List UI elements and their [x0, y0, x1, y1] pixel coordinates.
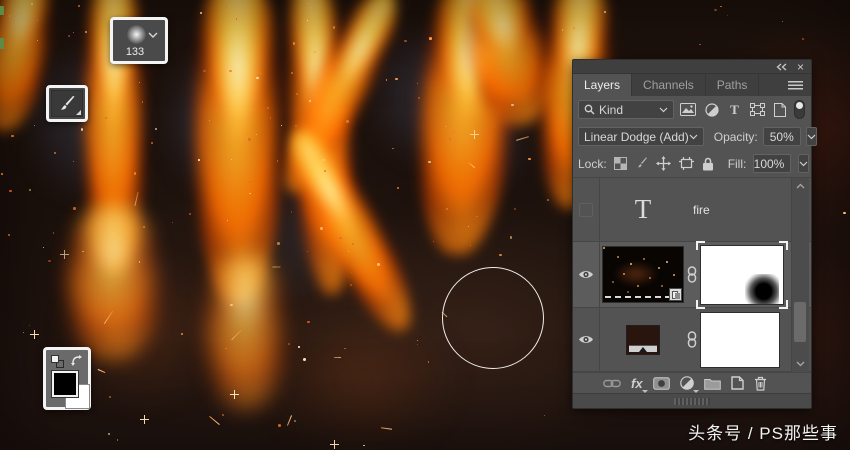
filter-toggle-switch[interactable]: [794, 100, 805, 119]
layers-scrollbar[interactable]: [791, 178, 809, 372]
photoshop-workspace: 133 × Layers Channels Paths Kind T Linea…: [0, 0, 850, 450]
layer-name[interactable]: fire: [693, 203, 710, 217]
opacity-value-field[interactable]: 50%: [762, 127, 801, 146]
search-icon: [584, 104, 595, 115]
foreground-color-swatch[interactable]: [51, 370, 79, 398]
filter-pixel-layers-icon[interactable]: [680, 103, 696, 116]
brush-size-value: 133: [125, 46, 145, 58]
lock-position-icon[interactable]: [655, 156, 671, 171]
visibility-off-box: [579, 202, 593, 217]
new-group-icon[interactable]: [703, 377, 721, 390]
fill-value-field[interactable]: 100%: [753, 154, 792, 173]
opacity-label: Opacity:: [713, 129, 758, 144]
layer-style-button[interactable]: fx: [631, 375, 648, 393]
chevron-down-icon: [148, 32, 158, 38]
lock-image-pixels-icon[interactable]: [635, 157, 648, 170]
filter-type-layers-icon[interactable]: T: [728, 103, 741, 116]
layer-mask[interactable]: [700, 311, 780, 368]
default-colors-icon[interactable]: [51, 355, 64, 368]
chevron-down-icon: [659, 107, 668, 112]
visibility-toggle[interactable]: [573, 242, 600, 307]
scroll-up-icon[interactable]: [796, 183, 805, 189]
filter-adjustment-layers-icon[interactable]: [705, 102, 719, 117]
layer-row-smart-object[interactable]: [573, 240, 811, 309]
filter-shape-layers-icon[interactable]: [750, 103, 765, 116]
scroll-down-icon[interactable]: [796, 361, 805, 367]
watermark-text: 头条号 / PS那些事: [688, 424, 838, 443]
layers-panel: × Layers Channels Paths Kind T Linear Do…: [572, 59, 817, 409]
link-layers-icon[interactable]: [603, 379, 621, 388]
opacity-value: 50%: [769, 129, 794, 144]
mask-painted-area: [745, 273, 779, 304]
swap-colors-icon[interactable]: [70, 354, 83, 367]
chevron-down-icon: [799, 161, 808, 166]
tab-channels[interactable]: Channels: [632, 74, 706, 96]
tab-layers[interactable]: Layers: [573, 74, 633, 96]
color-control: [43, 347, 91, 410]
panel-menu-icon[interactable]: [788, 80, 803, 90]
edge-artifact: [0, 6, 4, 15]
brush-icon: [57, 94, 77, 114]
brush-preset-picker[interactable]: 133: [110, 17, 168, 64]
collapse-panels-icon[interactable]: [776, 63, 788, 71]
layer-filter-bar: Kind T: [573, 96, 811, 123]
panel-header: ×: [573, 60, 811, 74]
eye-icon: [578, 334, 594, 345]
brush-cursor-circle: [442, 267, 544, 369]
blend-mode-dropdown[interactable]: Linear Dodge (Add): [578, 127, 704, 146]
soft-brush-preview-icon: [127, 25, 146, 44]
svg-text:T: T: [730, 103, 739, 116]
new-adjustment-layer-icon[interactable]: [679, 376, 699, 393]
tab-paths[interactable]: Paths: [706, 74, 760, 96]
fire-letter-flame: [203, 255, 287, 410]
smart-object-badge-icon: [669, 288, 682, 301]
type-layer-thumbnail[interactable]: T: [635, 196, 652, 223]
layers-list: T fire: [573, 177, 811, 372]
filter-kind-label: Kind: [599, 102, 624, 117]
mask-link-icon[interactable]: [686, 266, 698, 283]
close-panel-icon[interactable]: ×: [797, 61, 804, 73]
edge-artifact: [0, 38, 4, 49]
blend-mode-value: Linear Dodge (Add): [584, 129, 689, 144]
blend-options-bar: Linear Dodge (Add) Opacity: 50%: [573, 123, 817, 150]
lock-options-bar: Lock: Fill: 100%: [573, 150, 811, 177]
tool-flyout-corner-icon: [76, 110, 81, 115]
layer-row-text-fire[interactable]: T fire: [573, 178, 811, 242]
layer-thumbnail-sparks[interactable]: [602, 246, 684, 303]
fill-slider-button[interactable]: [798, 154, 810, 173]
panel-footer: fx: [573, 372, 811, 393]
brush-tool-button[interactable]: [46, 85, 88, 122]
adjustment-layer-thumbnail[interactable]: [626, 324, 660, 355]
panel-resize-strip[interactable]: [573, 393, 811, 408]
fire-letter-flame: [64, 205, 162, 360]
new-layer-icon[interactable]: [730, 376, 744, 390]
layer-mask-selected[interactable]: [696, 240, 788, 309]
scrollbar-thumb[interactable]: [794, 302, 806, 342]
eye-icon: [578, 269, 594, 280]
filter-kind-dropdown[interactable]: Kind: [578, 100, 674, 119]
resize-grip-icon: [674, 397, 710, 405]
opacity-slider-button[interactable]: [805, 127, 817, 146]
mask-link-icon[interactable]: [686, 331, 698, 348]
visibility-toggle[interactable]: [573, 308, 600, 371]
layer-row-adjustment[interactable]: [573, 308, 811, 372]
filter-smart-objects-icon[interactable]: [774, 102, 786, 117]
lock-transparent-pixels-icon[interactable]: [613, 157, 627, 170]
panel-tabs: Layers Channels Paths: [573, 74, 811, 96]
visibility-toggle[interactable]: [573, 178, 600, 241]
fill-value: 100%: [753, 156, 785, 171]
lock-label: Lock:: [578, 156, 607, 171]
chevron-down-icon: [689, 134, 698, 139]
lock-artboard-icon[interactable]: [678, 157, 694, 170]
chevron-down-icon: [807, 134, 816, 139]
fx-icon: fx: [631, 375, 643, 391]
delete-layer-icon[interactable]: [754, 376, 767, 391]
add-layer-mask-icon[interactable]: [652, 376, 670, 390]
lock-all-icon[interactable]: [702, 157, 714, 171]
ember-glow: [260, 300, 460, 450]
fill-label: Fill:: [727, 156, 747, 171]
